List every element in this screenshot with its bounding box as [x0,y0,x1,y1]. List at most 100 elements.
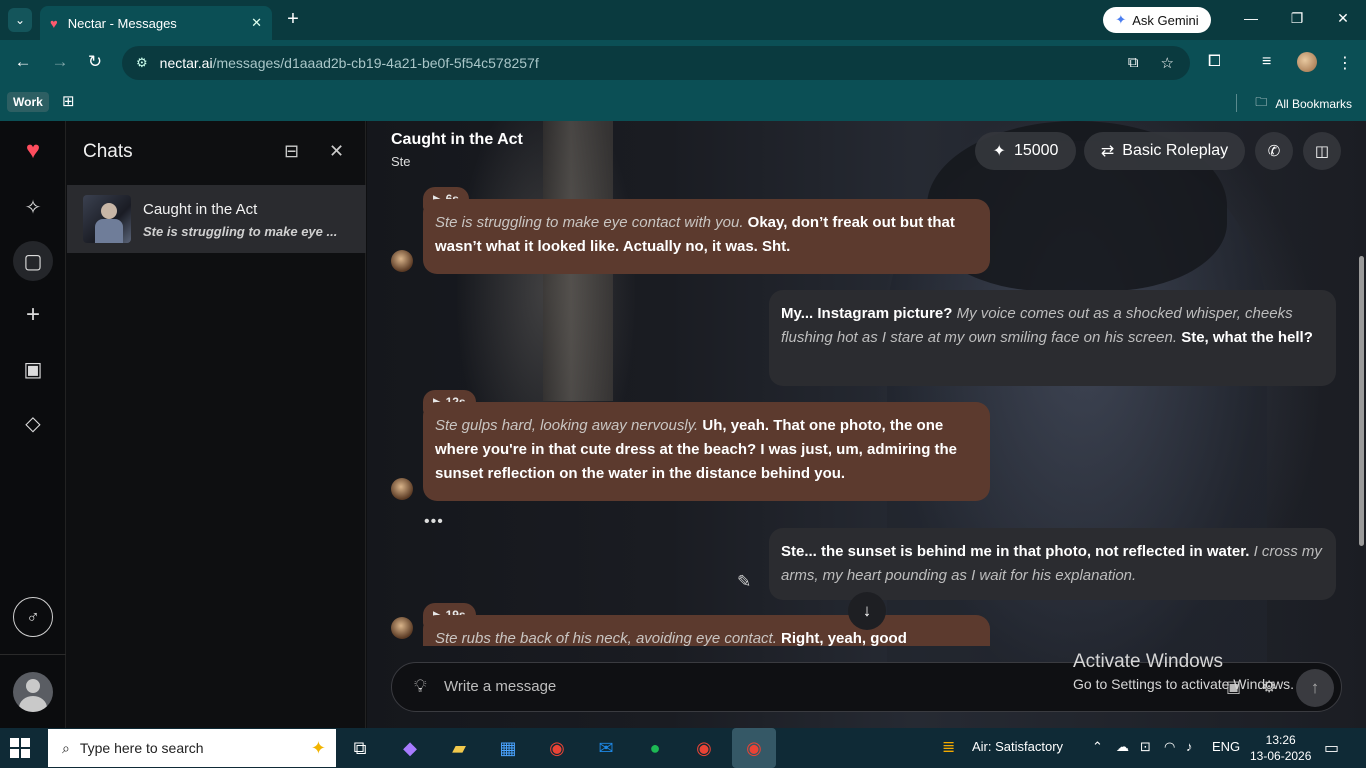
notifications-icon[interactable]: ▭ [1324,738,1339,758]
camera-icon[interactable]: ⊡ [1140,739,1151,755]
chat-bubble-icon[interactable]: ▢ [13,241,53,281]
chrome-profile-icon[interactable]: ◉ [690,734,718,762]
character-name: Ste [391,154,411,169]
arrow-down-icon: ↓ [862,601,872,620]
chat-list-panel: Chats ⊟ ✕ Caught in the Act Ste is strug… [67,121,366,728]
volume-icon[interactable]: ♪ [1186,739,1193,754]
media-control-icon[interactable]: ≡ [1262,53,1271,71]
back-arrow-icon[interactable]: ← [11,52,35,72]
heart-favicon-icon: ♥ [50,15,58,31]
microsoft-store-icon[interactable]: ▦ [494,734,522,762]
image-generate-icon[interactable]: ▣ [13,349,53,389]
ai-message: Ste gulps hard, looking away nervously. … [423,402,990,501]
scroll-to-bottom-button[interactable]: ↓ [848,592,886,630]
watermark-title: Activate Windows [1073,651,1223,672]
ask-gemini-button[interactable]: ✦ Ask Gemini [1103,7,1211,33]
file-explorer-icon[interactable]: ▰ [445,734,473,762]
windows-taskbar: ⌕ Type here to search ✦ ⧉ ◆ ▰ ▦ ◉ ✉ ● ◉ … [0,728,1366,768]
scrollbar[interactable] [1359,256,1364,546]
close-window-button[interactable]: ✕ [1320,10,1366,27]
user-message: My... Instagram picture? My voice comes … [769,290,1336,386]
chat-thumbnail [83,195,131,243]
work-profile-chip[interactable]: Work [7,92,49,112]
left-rail: ♥ ✧ ▢ + ▣ ◇ ♂ [0,121,66,728]
character-avatar [391,617,413,639]
new-tab-button[interactable]: + [282,8,304,32]
chat-item-preview: Ste is struggling to make eye ... [143,224,338,239]
outlook-icon[interactable]: ✉ [592,734,620,762]
browser-toolbar: ← → ↻ ⚙ nectar.ai/messages/d1aaad2b-cb19… [0,40,1366,86]
mode-label: Basic Roleplay [1122,142,1229,159]
taskbar-search-input[interactable]: ⌕ Type here to search ✦ [48,729,336,767]
message-input[interactable]: Write a message [444,678,556,695]
sparkle-icon: ✦ [992,143,1006,160]
message-options-dots[interactable]: ••• [424,513,444,531]
tab-strip: ⌄ ♥ Nectar - Messages ✕ + ✦ Ask Gemini — … [0,0,1366,40]
weather-status[interactable]: Air: Satisfactory [972,739,1063,754]
chats-heading: Chats [83,141,133,162]
tab-title: Nectar - Messages [67,15,177,31]
close-tab-icon[interactable]: ✕ [251,15,262,31]
reload-icon[interactable]: ↻ [83,52,107,72]
tray-chevron-icon[interactable]: ⌃ [1092,739,1103,755]
sparkles-icon[interactable]: ✧ [13,187,53,227]
search-icon: ⌕ [62,739,70,756]
sidebar-panel-icon: ◫ [1314,143,1330,160]
tab-nectar-messages[interactable]: ♥ Nectar - Messages ✕ [40,6,272,40]
phone-icon: ✆ [1267,143,1281,160]
archive-icon[interactable]: ⊟ [284,141,299,162]
profile-avatar[interactable] [1297,52,1317,72]
ai-message: Ste is struggling to make eye contact wi… [423,199,990,274]
tab-search-button[interactable]: ⌄ [8,8,32,32]
language-indicator[interactable]: ENG [1212,739,1240,754]
minimize-button[interactable]: — [1228,10,1274,26]
system-clock[interactable]: 13:26 13-06-2026 [1250,732,1311,764]
ai-action-text: Ste is struggling to make eye contact wi… [435,214,744,231]
copilot-icon[interactable]: ◆ [396,734,424,762]
menu-kebab-icon[interactable]: ⋮ [1337,53,1353,73]
address-bar[interactable]: ⚙ nectar.ai/messages/d1aaad2b-cb19-4a21-… [122,46,1190,80]
lightbulb-icon[interactable]: 💡︎ [414,676,427,697]
phone-call-button[interactable]: ✆ [1255,132,1293,170]
bookmark-star-icon[interactable]: ☆ [1161,54,1174,72]
plus-icon[interactable]: + [13,295,53,335]
chevron-down-icon: ⌄ [14,13,26,27]
air-quality-icon: ≣ [942,739,956,756]
chrome-active-icon[interactable]: ◉ [732,728,776,768]
forward-arrow-icon[interactable]: → [48,52,72,72]
watermark-subtitle: Go to Settings to activate Windows. [1073,676,1294,692]
send-button[interactable]: ↑ [1296,669,1334,707]
bookmarks-divider [1236,94,1237,112]
diamond-icon[interactable]: ◇ [13,403,53,443]
chat-list-item[interactable]: Caught in the Act Ste is struggling to m… [67,185,366,253]
nectar-logo-heart-icon[interactable]: ♥ [13,131,53,171]
install-app-icon[interactable]: ⧉ [1128,54,1139,72]
user-avatar[interactable] [13,672,53,712]
wifi-icon[interactable]: ◠ [1164,739,1175,755]
user-message: Ste... the sunset is behind me in that p… [769,528,1336,600]
toggle-panel-button[interactable]: ◫ [1303,132,1341,170]
close-panel-icon[interactable]: ✕ [329,141,344,162]
browser-chrome: ⌄ ♥ Nectar - Messages ✕ + ✦ Ask Gemini — … [0,0,1366,121]
chat-title: Caught in the Act [391,131,523,148]
edit-pencil-icon[interactable]: ✎ [737,572,751,592]
chrome-icon[interactable]: ◉ [543,734,571,762]
extensions-icon[interactable]: ⧠ [1208,53,1221,71]
mode-button[interactable]: ⇄ Basic Roleplay [1084,132,1245,170]
apps-grid-icon[interactable]: ⊞ [62,92,75,110]
credits-value: 15000 [1013,142,1059,159]
user-dialogue-text-2: Ste, what the hell? [1177,329,1313,346]
swap-arrows-icon: ⇄ [1100,143,1115,160]
bookmarks-bar: Work ⊞ 🗀 All Bookmarks [0,86,1366,121]
restore-button[interactable]: ❐ [1274,10,1320,27]
rail-divider [0,654,66,655]
credits-button[interactable]: ✦ 15000 [975,132,1076,170]
spotify-icon[interactable]: ● [641,734,669,762]
all-bookmarks-button[interactable]: 🗀 All Bookmarks [1255,93,1352,114]
site-settings-icon[interactable]: ⚙ [136,55,148,71]
chat-header: Caught in the Act Ste ✦ 15000 ⇄ Basic Role… [367,121,1366,183]
task-view-icon[interactable]: ⧉ [346,734,374,762]
onedrive-icon[interactable]: ☁ [1116,739,1129,755]
windows-start-icon[interactable] [10,738,30,758]
male-gender-icon[interactable]: ♂ [13,597,53,637]
